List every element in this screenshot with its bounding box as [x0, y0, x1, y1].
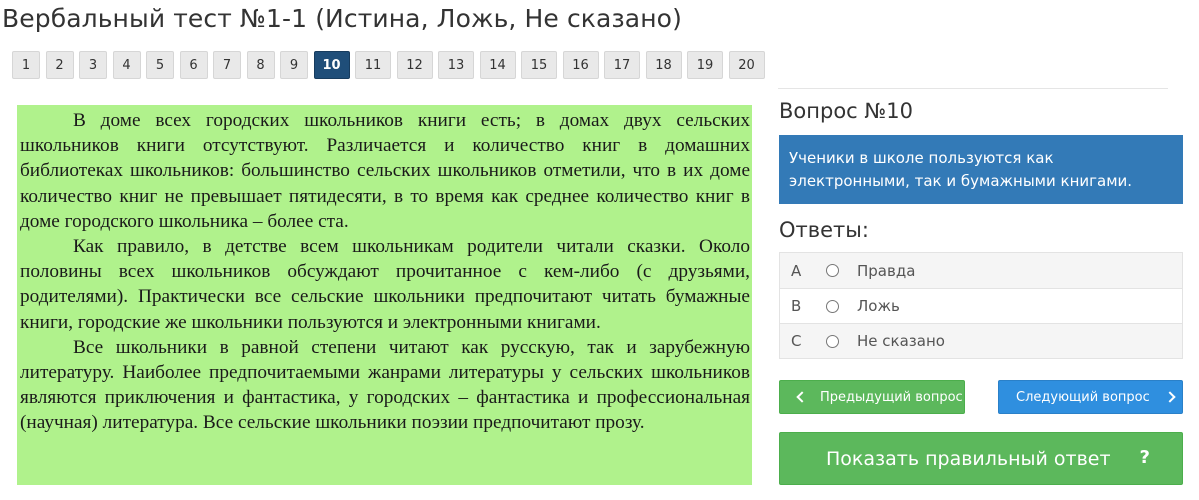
answers-title: Ответы:	[779, 218, 869, 242]
radio-button[interactable]	[826, 334, 839, 348]
next-question-label: Следующий вопрос	[1016, 389, 1150, 405]
question-mark-icon: ?	[1139, 447, 1150, 468]
page-button-10-active[interactable]: 10	[313, 51, 350, 79]
divider	[778, 88, 1168, 89]
answer-label: Не сказано	[857, 332, 945, 350]
page-button-19[interactable]: 19	[687, 51, 723, 79]
radio-button[interactable]	[826, 264, 839, 277]
chevron-left-icon	[796, 391, 808, 403]
page-button-6[interactable]: 6	[179, 51, 208, 79]
page-button-3[interactable]: 3	[79, 51, 107, 79]
question-pagination: 1 2 3 4 5 6 7 8 9 10 11 12 13 14 15 16 1…	[12, 51, 770, 79]
question-statement: Ученики в школе пользуются как электронн…	[779, 135, 1183, 204]
page-button-8[interactable]: 8	[246, 51, 275, 79]
passage-paragraph: В доме всех городских школьников книги е…	[20, 110, 750, 232]
radio-button[interactable]	[826, 299, 839, 313]
show-answer-label: Показать правильный ответ	[826, 447, 1111, 470]
page-title: Вербальный тест №1-1 (Истина, Ложь, Не с…	[2, 4, 682, 33]
page-button-13[interactable]: 13	[438, 51, 474, 79]
answer-label: Правда	[857, 261, 916, 280]
answer-label: Ложь	[857, 297, 900, 315]
answer-option-c[interactable]: C Не сказано	[780, 323, 1182, 358]
page-button-12[interactable]: 12	[396, 51, 433, 79]
page-button-16[interactable]: 16	[562, 51, 599, 79]
next-question-button[interactable]: Следующий вопрос	[998, 380, 1183, 414]
previous-question-label: Предыдущий вопрос	[820, 389, 963, 405]
answer-letter: B	[791, 297, 802, 315]
page-button-18[interactable]: 18	[645, 51, 682, 79]
answer-letter: C	[791, 332, 802, 350]
page-button-4[interactable]: 4	[112, 51, 141, 79]
show-answer-button[interactable]: Показать правильный ответ ?	[779, 432, 1183, 485]
page-button-5[interactable]: 5	[146, 51, 174, 79]
page-button-20[interactable]: 20	[728, 51, 765, 79]
answer-option-b[interactable]: B Ложь	[780, 288, 1182, 323]
page-button-7[interactable]: 7	[213, 51, 241, 79]
answer-list: A Правда B Ложь C Не сказано	[779, 252, 1183, 359]
answer-letter: A	[791, 261, 802, 280]
chevron-right-icon	[1164, 391, 1176, 403]
page-button-15[interactable]: 15	[521, 51, 557, 79]
passage-text: В доме всех городских школьников книги е…	[17, 105, 752, 485]
page-button-14[interactable]: 14	[479, 51, 516, 79]
passage-paragraph: Как правило, в детстве всем школьникам р…	[20, 236, 750, 333]
previous-question-button[interactable]: Предыдущий вопрос	[779, 380, 965, 414]
page-button-1[interactable]: 1	[12, 51, 40, 79]
page-button-2[interactable]: 2	[45, 51, 74, 79]
page-button-17[interactable]: 17	[604, 51, 640, 79]
passage-paragraph: Все школьники в равной степени читают ка…	[20, 336, 750, 434]
page-button-11[interactable]: 11	[355, 51, 391, 79]
question-title: Вопрос №10	[779, 99, 913, 123]
answer-option-a[interactable]: A Правда	[780, 253, 1182, 288]
page-button-9[interactable]: 9	[280, 51, 308, 79]
